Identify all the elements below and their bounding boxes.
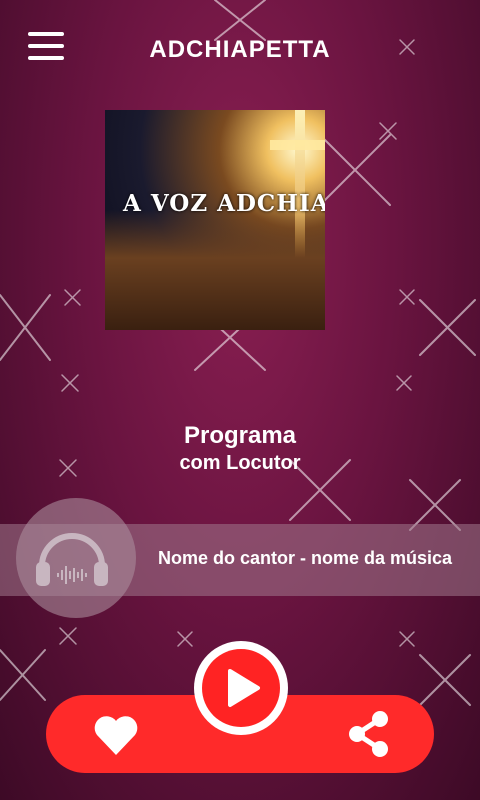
cover-text: A VOZ ADCHIAPETT (123, 190, 325, 217)
play-button[interactable] (194, 641, 288, 735)
program-subtitle: com Locutor (179, 452, 301, 474)
heart-icon[interactable] (92, 713, 140, 757)
play-icon (228, 669, 260, 707)
headphones-icon (36, 533, 108, 586)
now-playing-text: Nome do cantor - nome da música (158, 548, 453, 568)
program-title: Programa (183, 422, 297, 449)
share-icon[interactable] (346, 710, 392, 758)
app-title: ADCHIAPETTA (149, 36, 331, 63)
app-header: ADCHIAPETTA (0, 0, 480, 100)
program-info: Programa com Locutor (0, 422, 480, 475)
album-cover-image: A VOZ ADCHIAPETT (105, 110, 325, 330)
